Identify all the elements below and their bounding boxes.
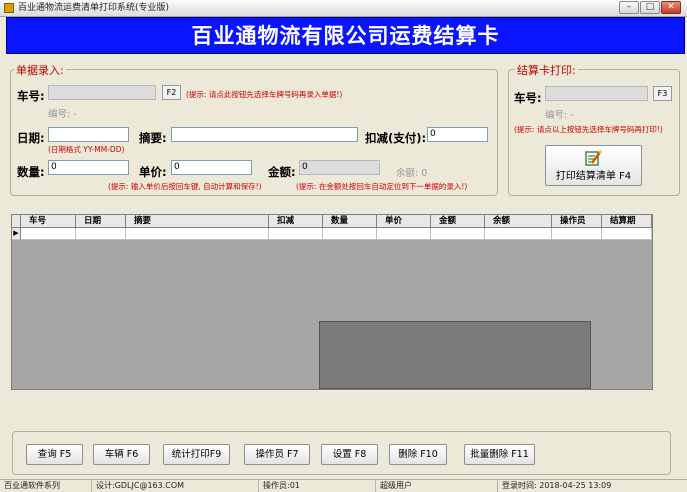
summary-label: 摘要: (139, 131, 167, 145)
balance-display: 余额: 0 (396, 168, 428, 179)
grid-cell[interactable] (269, 228, 323, 240)
print-car-number-input[interactable] (545, 86, 648, 101)
print-car-number-label: 车号: (514, 91, 542, 105)
window-titlebar: 百业通物流运费清单打印系统(专业版) – □ ✕ (0, 0, 687, 17)
quantity-label: 数量: (17, 165, 45, 179)
app-icon (4, 3, 14, 13)
grid-cell[interactable] (126, 228, 269, 240)
grid-cell[interactable] (602, 228, 652, 240)
deduct-input[interactable]: 0 (427, 127, 488, 142)
serial-number-label: 编号: - (48, 109, 77, 120)
print-settlement-button[interactable]: 打印结算清单 F4 (545, 145, 642, 186)
amount-input[interactable]: 0 (299, 160, 380, 175)
status-operator: 操作员:01 (259, 480, 376, 492)
entry-legend: 单据录入: (14, 62, 66, 78)
status-bar: 百业通软件系列 设计:GDLJC@163.COM 操作员:01 超级用户 登录时… (0, 479, 687, 492)
price-enter-hint: (提示: 输入单价后按回车键, 自动计算和保存!) (108, 182, 262, 191)
unit-price-input[interactable]: 0 (171, 160, 252, 175)
amount-enter-hint: (提示: 在金额处按回车自动定位到下一单据的录入!) (296, 182, 468, 191)
status-designer: 设计:GDLJC@163.COM (92, 480, 259, 492)
operator-button[interactable]: 操作员 F7 (244, 444, 310, 465)
grid-header-unit-price[interactable]: 单价 (377, 215, 431, 228)
header-banner: 百业通物流有限公司运费结算卡 (6, 17, 685, 54)
batch-delete-button[interactable]: 批量删除 F11 (464, 444, 535, 465)
grid-cell[interactable] (76, 228, 126, 240)
date-label: 日期: (17, 131, 45, 145)
select-car-f2-button[interactable]: F2 (162, 85, 181, 100)
car-number-label: 车号: (17, 89, 45, 103)
grid-header-car[interactable]: 车号 (21, 215, 76, 228)
floating-panel (319, 321, 591, 389)
close-button[interactable]: ✕ (661, 1, 681, 14)
car-number-input[interactable] (48, 85, 156, 100)
grid-cell[interactable] (431, 228, 485, 240)
deduct-label: 扣减(支付): (365, 131, 427, 145)
restore-button[interactable]: □ (640, 1, 660, 14)
minimize-button[interactable]: – (619, 1, 639, 14)
grid-header-deduct[interactable]: 扣减 (269, 215, 323, 228)
status-login-time: 登录时间: 2018-04-25 13:09 (502, 481, 612, 490)
status-company: 百业通软件系列 (0, 480, 92, 492)
grid-header-date[interactable]: 日期 (76, 215, 126, 228)
settings-button[interactable]: 设置 F8 (321, 444, 378, 465)
car-select-hint: (提示: 请点此按钮先选择车牌号码再录入单据!) (186, 90, 343, 99)
status-user: 超级用户 (376, 480, 498, 492)
date-format-hint: (日期格式 YY-MM-DD) (48, 145, 125, 154)
grid-header-operator[interactable]: 操作员 (552, 215, 602, 228)
unit-price-label: 单价: (139, 165, 167, 179)
banner-title: 百业通物流有限公司运费结算卡 (191, 23, 500, 48)
grid-cell[interactable] (552, 228, 602, 240)
grid-header-settlement-period[interactable]: 结算期 (602, 215, 652, 228)
grid-header-amount[interactable]: 金额 (431, 215, 485, 228)
grid-header-summary[interactable]: 摘要 (126, 215, 269, 228)
grid-cell[interactable] (323, 228, 377, 240)
date-input[interactable] (48, 127, 129, 142)
grid-cell[interactable] (485, 228, 552, 240)
print-settlement-label: 打印结算清单 F4 (555, 171, 632, 182)
vehicles-button[interactable]: 车辆 F6 (93, 444, 150, 465)
row-indicator-icon: ▶ (12, 228, 21, 240)
delete-button[interactable]: 删除 F10 (389, 444, 447, 465)
statistics-print-button[interactable]: 统计打印F9 (163, 444, 230, 465)
grid-corner-cell (12, 215, 21, 228)
grid-header-balance[interactable]: 余额 (485, 215, 552, 228)
print-select-hint: (提示: 请点以上按钮先选择车牌号码再打印!) (514, 125, 663, 134)
print-serial-number-label: 编号: - (545, 110, 574, 121)
select-car-f3-button[interactable]: F3 (653, 86, 672, 101)
summary-input[interactable] (171, 127, 358, 142)
grid-cell[interactable] (21, 228, 76, 240)
query-button[interactable]: 查询 F5 (26, 444, 83, 465)
grid-header-quantity[interactable]: 数量 (323, 215, 377, 228)
grid-cell[interactable] (377, 228, 431, 240)
pencil-document-icon (585, 150, 602, 166)
window-title: 百业通物流运费清单打印系统(专业版) (18, 3, 170, 13)
card-print-legend: 结算卡打印: (515, 62, 578, 78)
quantity-input[interactable]: 0 (48, 160, 129, 175)
amount-label: 金额: (268, 165, 296, 179)
